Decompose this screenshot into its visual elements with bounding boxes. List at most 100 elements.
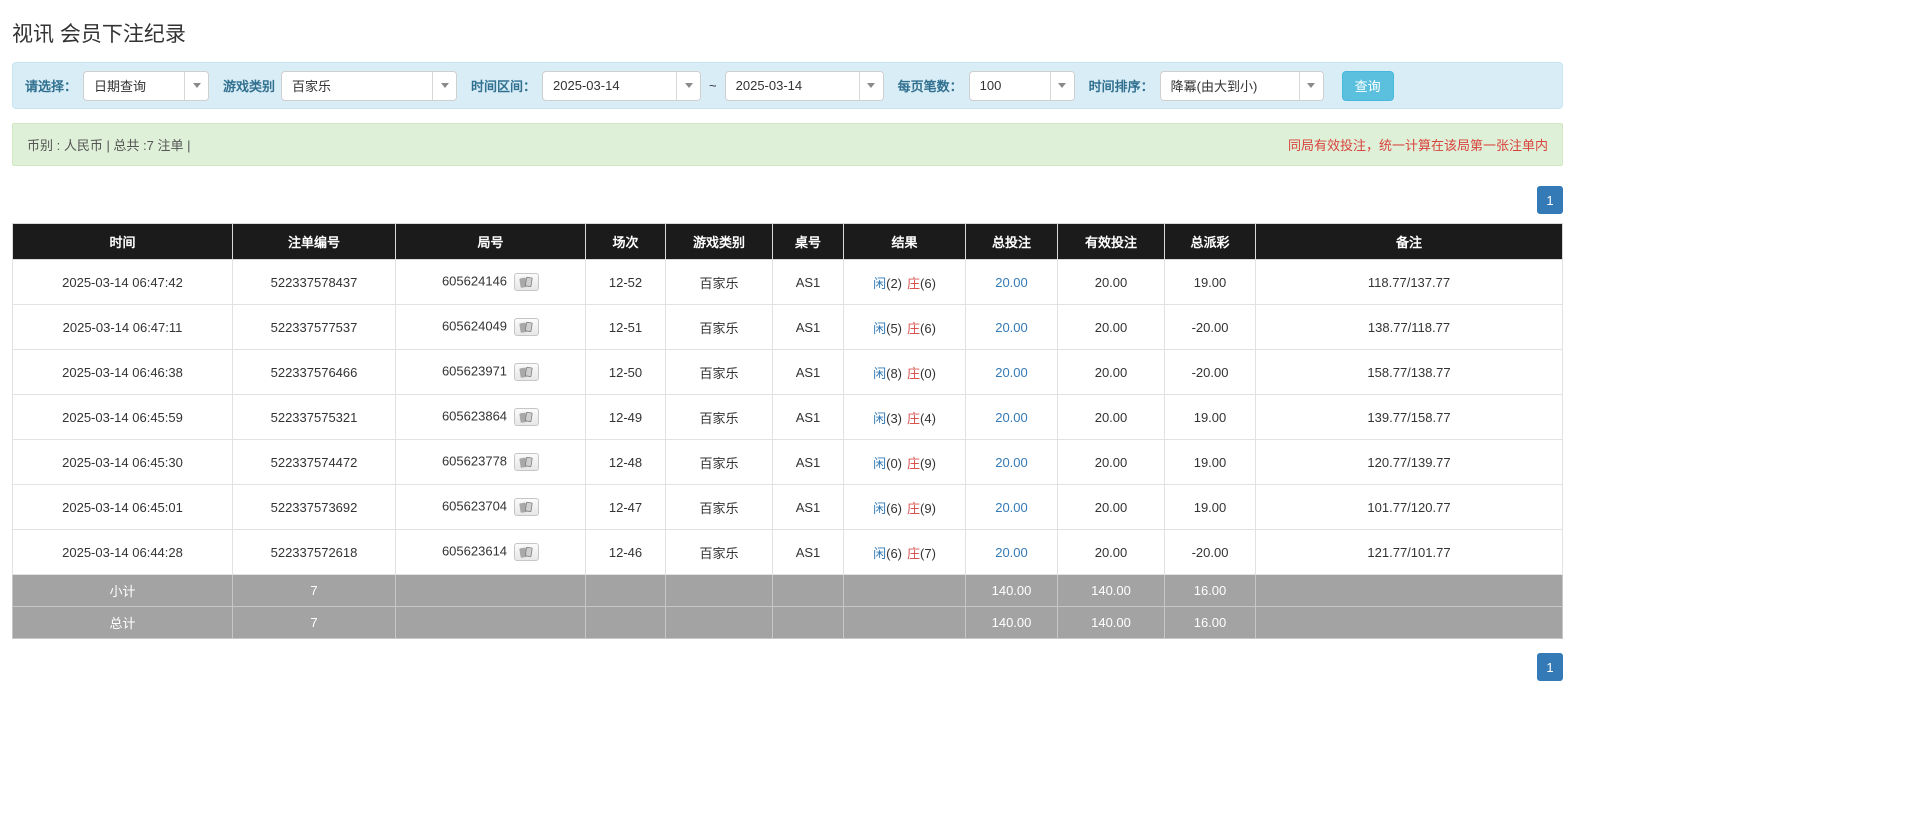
round-id-text: 605623614 bbox=[442, 543, 507, 558]
table-body: 2025-03-14 06:47:42 522337578437 6056241… bbox=[13, 260, 1563, 575]
cell-time: 2025-03-14 06:47:11 bbox=[13, 305, 233, 350]
pagination-top: 1 bbox=[12, 186, 1563, 214]
cell-remark: 139.77/158.77 bbox=[1256, 395, 1563, 440]
cell-total-bet: 20.00 bbox=[966, 305, 1058, 350]
cell-total-bet: 20.00 bbox=[966, 440, 1058, 485]
view-cards-button[interactable] bbox=[514, 363, 539, 381]
chevron-down-icon[interactable] bbox=[1050, 72, 1074, 100]
game-type-select[interactable]: 百家乐 bbox=[281, 71, 457, 101]
chevron-down-icon[interactable] bbox=[859, 72, 883, 100]
sort-select[interactable]: 降冪(由大到小) bbox=[1160, 71, 1324, 101]
chevron-down-icon[interactable] bbox=[432, 72, 456, 100]
cell-table-no: AS1 bbox=[773, 485, 844, 530]
game-type-label: 游戏类别 bbox=[223, 76, 275, 95]
query-type-value: 日期查询 bbox=[84, 72, 184, 100]
col-header-remark: 备注 bbox=[1256, 224, 1563, 260]
cell-bet-id: 522337572618 bbox=[233, 530, 396, 575]
cell-total-bet: 20.00 bbox=[966, 530, 1058, 575]
cell-session: 12-49 bbox=[586, 395, 666, 440]
round-id-text: 605623778 bbox=[442, 453, 507, 468]
page-1-button[interactable]: 1 bbox=[1537, 653, 1563, 681]
view-cards-button[interactable] bbox=[514, 273, 539, 291]
total-bet-link[interactable]: 20.00 bbox=[995, 320, 1028, 335]
page-size-select[interactable]: 100 bbox=[969, 71, 1075, 101]
total-bet-link[interactable]: 20.00 bbox=[995, 545, 1028, 560]
view-cards-button[interactable] bbox=[514, 318, 539, 336]
query-type-select[interactable]: 日期查询 bbox=[83, 71, 209, 101]
cell-table-no: AS1 bbox=[773, 350, 844, 395]
time-range-label: 时间区间： bbox=[471, 76, 536, 95]
banker-result-value: (0) bbox=[920, 366, 936, 381]
total-bet-link[interactable]: 20.00 bbox=[995, 455, 1028, 470]
table-row: 2025-03-14 06:45:01 522337573692 6056237… bbox=[13, 485, 1563, 530]
col-header-session: 场次 bbox=[586, 224, 666, 260]
cell-valid-bet: 20.00 bbox=[1058, 305, 1165, 350]
view-cards-button[interactable] bbox=[514, 453, 539, 471]
banker-result-label: 庄 bbox=[907, 321, 920, 336]
page-size-label: 每页笔数： bbox=[898, 76, 963, 95]
cell-game-type: 百家乐 bbox=[666, 485, 773, 530]
total-bet-link[interactable]: 20.00 bbox=[995, 275, 1028, 290]
cell-table-no: AS1 bbox=[773, 530, 844, 575]
col-header-result: 结果 bbox=[844, 224, 966, 260]
banker-result-value: (9) bbox=[920, 456, 936, 471]
filter-group-query-type: 请选择： 日期查询 bbox=[25, 71, 209, 101]
total-row: 总计 7 140.00 140.00 16.00 bbox=[13, 607, 1563, 639]
date-from-select[interactable]: 2025-03-14 bbox=[542, 71, 701, 101]
cell-session: 12-46 bbox=[586, 530, 666, 575]
date-to-select[interactable]: 2025-03-14 bbox=[725, 71, 884, 101]
page-1-button[interactable]: 1 bbox=[1537, 186, 1563, 214]
cell-result: 闲(5)庄(6) bbox=[844, 305, 966, 350]
date-range-separator: ~ bbox=[709, 78, 717, 93]
query-button[interactable]: 查询 bbox=[1342, 71, 1394, 101]
cell-result: 闲(2)庄(6) bbox=[844, 260, 966, 305]
cell-payout: 19.00 bbox=[1165, 395, 1256, 440]
cell-valid-bet: 20.00 bbox=[1058, 395, 1165, 440]
banker-result-value: (9) bbox=[920, 501, 936, 516]
page-size-value: 100 bbox=[970, 72, 1050, 100]
cell-time: 2025-03-14 06:44:28 bbox=[13, 530, 233, 575]
cell-remark: 118.77/137.77 bbox=[1256, 260, 1563, 305]
cell-game-type: 百家乐 bbox=[666, 395, 773, 440]
cell-bet-id: 522337573692 bbox=[233, 485, 396, 530]
cell-valid-bet: 20.00 bbox=[1058, 260, 1165, 305]
view-cards-button[interactable] bbox=[514, 498, 539, 516]
cell-time: 2025-03-14 06:45:59 bbox=[13, 395, 233, 440]
total-bet-link[interactable]: 20.00 bbox=[995, 410, 1028, 425]
currency-summary-text: 币别 : 人民币 | 总共 :7 注单 | bbox=[27, 135, 191, 154]
view-cards-button[interactable] bbox=[514, 543, 539, 561]
round-id-text: 605623971 bbox=[442, 363, 507, 378]
chevron-down-icon[interactable] bbox=[184, 72, 208, 100]
round-id-text: 605623864 bbox=[442, 408, 507, 423]
player-result-value: (0) bbox=[886, 456, 902, 471]
chevron-down-icon[interactable] bbox=[676, 72, 700, 100]
total-bet-link[interactable]: 20.00 bbox=[995, 500, 1028, 515]
player-result-label: 闲 bbox=[873, 321, 886, 336]
view-cards-button[interactable] bbox=[514, 408, 539, 426]
banker-result-value: (6) bbox=[920, 321, 936, 336]
player-result-label: 闲 bbox=[873, 501, 886, 516]
cell-total-bet: 20.00 bbox=[966, 350, 1058, 395]
cell-result: 闲(3)庄(4) bbox=[844, 395, 966, 440]
col-header-time: 时间 bbox=[13, 224, 233, 260]
col-header-bet-id: 注单编号 bbox=[233, 224, 396, 260]
total-bet-link[interactable]: 20.00 bbox=[995, 365, 1028, 380]
cell-game-type: 百家乐 bbox=[666, 350, 773, 395]
cell-table-no: AS1 bbox=[773, 260, 844, 305]
round-id-text: 605624049 bbox=[442, 318, 507, 333]
banker-result-label: 庄 bbox=[907, 366, 920, 381]
cell-round-id: 605623704 bbox=[396, 485, 586, 530]
filter-group-game-type: 游戏类别 百家乐 bbox=[223, 71, 457, 101]
banker-result-value: (4) bbox=[920, 411, 936, 426]
cell-session: 12-47 bbox=[586, 485, 666, 530]
total-valid-bet: 140.00 bbox=[1058, 607, 1165, 639]
cell-game-type: 百家乐 bbox=[666, 530, 773, 575]
cell-round-id: 605623864 bbox=[396, 395, 586, 440]
notice-text: 同局有效投注，统一计算在该局第一张注单内 bbox=[1288, 135, 1548, 154]
col-header-valid-bet: 有效投注 bbox=[1058, 224, 1165, 260]
pagination-bottom: 1 bbox=[12, 653, 1563, 681]
summary-section: 小计 7 140.00 140.00 16.00 总计 7 1 bbox=[13, 575, 1563, 639]
cell-table-no: AS1 bbox=[773, 395, 844, 440]
cell-game-type: 百家乐 bbox=[666, 305, 773, 350]
chevron-down-icon[interactable] bbox=[1299, 72, 1323, 100]
